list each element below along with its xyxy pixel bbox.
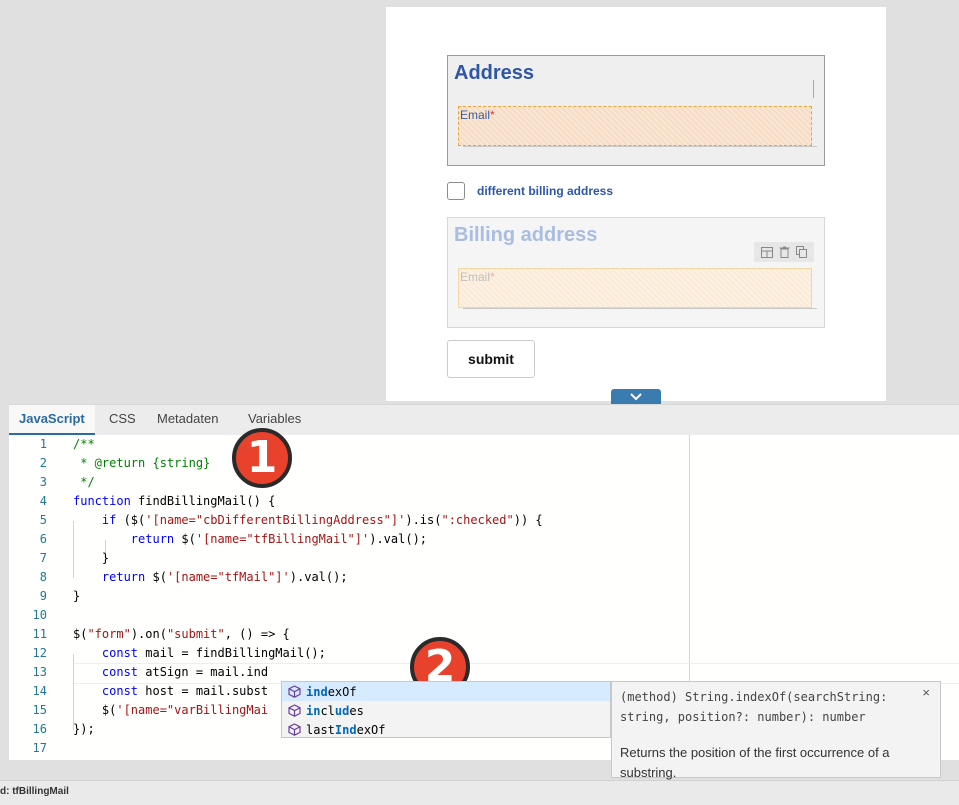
code-line: const host = mail.subst: [73, 684, 269, 698]
suggestion-label: lastIndexOf: [306, 722, 386, 737]
address-fieldset[interactable]: Address Email*: [447, 55, 825, 166]
code-line: if ($('[name="cbDifferentBillingAddress"…: [73, 513, 543, 527]
autocomplete-list: indexOf includes lastIndexOf: [281, 681, 611, 738]
code-line: }: [73, 551, 110, 565]
code-line: }: [73, 589, 81, 603]
close-icon[interactable]: ×: [922, 685, 930, 700]
code-line: * @return {string}: [73, 456, 211, 470]
billing-checkbox-row[interactable]: different billing address: [447, 181, 613, 201]
suggestion-includes[interactable]: includes: [282, 701, 610, 720]
billing-fieldset[interactable]: Billing address Email*: [447, 217, 825, 328]
line-number: 17: [32, 741, 47, 755]
annotation-badge-1: 1: [232, 428, 292, 488]
code-line: const mail = findBillingMail();: [73, 646, 326, 660]
form-canvas: Address Email* different billing address…: [386, 7, 886, 401]
element-toolbar: [754, 242, 814, 262]
editor-tabs: JavaScript CSS Metadaten Variables: [9, 405, 959, 435]
line-number: 9: [39, 589, 47, 603]
code-line: return $('[name="tfMail"]').val();: [73, 570, 348, 584]
suggestion-lastindexof[interactable]: lastIndexOf: [282, 720, 610, 739]
code-line: const atSign = mail.ind: [73, 665, 269, 679]
tab-css[interactable]: CSS: [99, 405, 146, 433]
line-number: 2: [39, 456, 47, 470]
trash-icon[interactable]: [779, 246, 790, 258]
line-number: 11: [32, 627, 47, 641]
code-line: $("form").on("submit", () => {: [73, 627, 290, 641]
address-title: Address: [454, 62, 535, 84]
line-number: 14: [32, 684, 47, 698]
line-number: 7: [39, 551, 47, 565]
email-label: Email*: [460, 108, 495, 122]
email-field[interactable]: Email*: [458, 106, 817, 147]
checkbox-label[interactable]: different billing address: [477, 184, 613, 198]
code-line: return $('[name="tfBillingMail"]').val()…: [73, 532, 428, 546]
field-underline: [463, 146, 817, 147]
line-number: 6: [39, 532, 47, 546]
copy-icon[interactable]: [796, 246, 807, 258]
tab-javascript[interactable]: JavaScript: [9, 405, 95, 435]
line-number: 10: [32, 608, 47, 622]
code-line: function findBillingMail() {: [73, 494, 276, 508]
billing-title: Billing address: [454, 224, 598, 246]
code-line: /**: [73, 437, 95, 451]
line-number: 1: [39, 437, 47, 451]
method-cube-icon: [288, 723, 301, 736]
method-signature: (method) String.indexOf(searchString: st…: [620, 690, 888, 724]
suggestion-label: includes: [306, 703, 364, 718]
billing-email-field[interactable]: Email*: [458, 268, 817, 309]
line-number: 8: [39, 570, 47, 584]
line-number: 3: [39, 475, 47, 489]
tab-metadaten[interactable]: Metadaten: [147, 405, 228, 433]
status-bar: d: tfBillingMail: [0, 780, 959, 805]
layout-icon[interactable]: [761, 246, 773, 258]
collapse-panel-button[interactable]: [611, 389, 661, 405]
field-underline: [463, 308, 817, 309]
suggestion-label: indexOf: [306, 684, 357, 699]
tab-variables[interactable]: Variables: [238, 405, 311, 433]
line-number: 4: [39, 494, 47, 508]
line-number: 5: [39, 513, 47, 527]
suggestion-indexof[interactable]: indexOf: [282, 682, 610, 701]
billing-email-label: Email*: [460, 270, 495, 284]
line-number: 13: [32, 665, 47, 679]
line-number: 16: [32, 722, 47, 736]
method-cube-icon: [288, 704, 301, 717]
method-description: Returns the position of the first occurr…: [620, 745, 890, 780]
line-number: 12: [32, 646, 47, 660]
text-cursor-line: [813, 80, 814, 98]
suggestion-details: (method) String.indexOf(searchString: st…: [611, 681, 941, 780]
different-billing-checkbox[interactable]: [447, 182, 465, 200]
line-number: 15: [32, 703, 47, 717]
code-line: $('[name="varBillingMai: [73, 703, 269, 717]
method-cube-icon: [288, 685, 301, 698]
chevron-down-icon: [630, 393, 642, 401]
code-line: });: [73, 722, 95, 736]
submit-button[interactable]: submit: [447, 340, 535, 378]
code-line: */: [73, 475, 95, 489]
